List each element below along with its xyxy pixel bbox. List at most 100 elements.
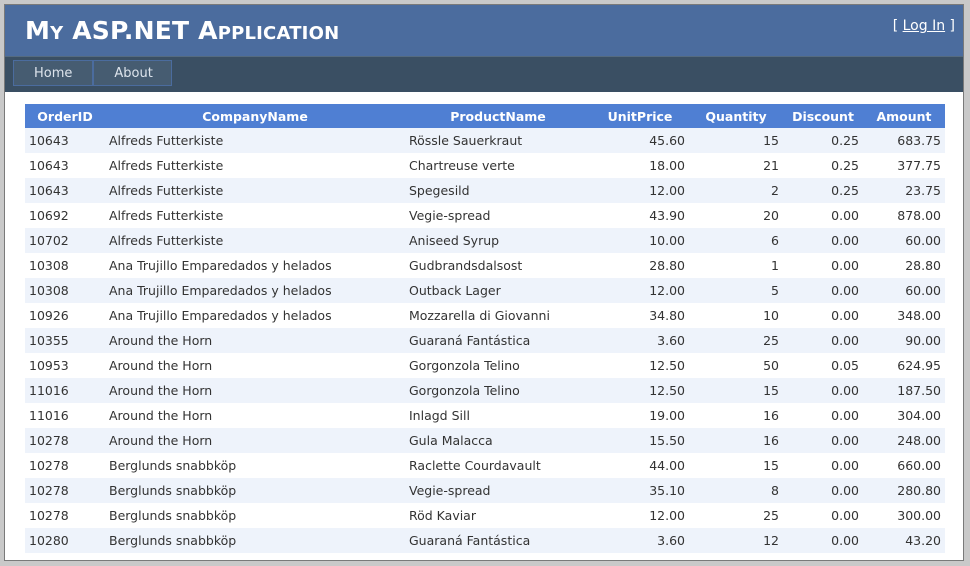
table-row: 10278 Berglunds snabbköp Röd Kaviar 12.00 25… [25,503,945,528]
cell-quantity: 16 [689,403,783,428]
cell-companyname: Berglunds snabbköp [105,503,405,528]
cell-unitprice: 12.50 [591,353,689,378]
cell-orderid: 11016 [25,378,105,403]
cell-companyname: Ana Trujillo Emparedados y helados [105,303,405,328]
cell-quantity: 50 [689,353,783,378]
cell-unitprice: 12.00 [591,503,689,528]
table-row: 10643 Alfreds Futterkiste Chartreuse verte… [25,153,945,178]
cell-amount: 28.80 [863,253,945,278]
cell-orderid: 10953 [25,353,105,378]
cell-productname: Röd Kaviar [405,503,591,528]
cell-discount: 0.00 [783,428,863,453]
cell-orderid: 10278 [25,428,105,453]
login-prefix: [ [892,18,903,34]
cell-discount: 0.00 [783,478,863,503]
table-row: 11016 Around the Horn Inlagd Sill 19.00 16 0.… [25,403,945,428]
column-header-orderid: OrderID [25,104,105,128]
cell-orderid: 11016 [25,403,105,428]
cell-quantity: 15 [689,128,783,153]
cell-discount: 0.25 [783,128,863,153]
table-row: 10692 Alfreds Futterkiste Vegie-spread 43.9… [25,203,945,228]
login-link[interactable]: Log In [903,18,945,34]
cell-quantity: 21 [689,153,783,178]
login-suffix: ] [945,18,955,34]
cell-orderid: 10692 [25,203,105,228]
cell-amount: 43.20 [863,528,945,553]
cell-discount: 0.00 [783,403,863,428]
cell-companyname: Around the Horn [105,378,405,403]
cell-unitprice: 15.50 [591,428,689,453]
cell-unitprice: 18.00 [591,153,689,178]
cell-discount: 0.00 [783,453,863,478]
cell-amount: 348.00 [863,303,945,328]
table-row: 10308 Ana Trujillo Emparedados y helados O… [25,278,945,303]
cell-amount: 624.95 [863,353,945,378]
cell-orderid: 10926 [25,303,105,328]
table-row: 10308 Ana Trujillo Emparedados y helados G… [25,253,945,278]
menu-item-about[interactable]: About [93,60,172,86]
cell-orderid: 10643 [25,178,105,203]
cell-companyname: Alfreds Futterkiste [105,228,405,253]
table-row: 10643 Alfreds Futterkiste Spegesild 12.00 2 0… [25,178,945,203]
cell-quantity: 6 [689,228,783,253]
column-header-companyname: CompanyName [105,104,405,128]
cell-discount: 0.00 [783,503,863,528]
cell-companyname: Berglunds snabbköp [105,453,405,478]
nav-menu: Home About [13,60,172,86]
cell-unitprice: 43.90 [591,203,689,228]
cell-orderid: 10278 [25,453,105,478]
cell-discount: 0.00 [783,203,863,228]
cell-discount: 0.25 [783,178,863,203]
cell-amount: 60.00 [863,278,945,303]
cell-quantity: 5 [689,278,783,303]
column-header-unitprice: UnitPrice [591,104,689,128]
cell-productname: Vegie-spread [405,478,591,503]
cell-productname: Chartreuse verte [405,153,591,178]
cell-amount: 23.75 [863,178,945,203]
cell-quantity: 2 [689,178,783,203]
cell-unitprice: 35.10 [591,478,689,503]
cell-productname: Raclette Courdavault [405,453,591,478]
cell-companyname: Around the Horn [105,353,405,378]
cell-quantity: 16 [689,428,783,453]
cell-unitprice: 12.50 [591,378,689,403]
column-header-discount: Discount [783,104,863,128]
cell-amount: 60.00 [863,228,945,253]
cell-amount: 377.75 [863,153,945,178]
cell-unitprice: 12.00 [591,278,689,303]
cell-companyname: Berglunds snabbköp [105,478,405,503]
cell-companyname: Around the Horn [105,328,405,353]
cell-unitprice: 3.60 [591,528,689,553]
column-header-quantity: Quantity [689,104,783,128]
column-header-productname: ProductName [405,104,591,128]
login-display: [ Log In ] [893,18,955,34]
cell-orderid: 10308 [25,278,105,303]
cell-discount: 0.00 [783,228,863,253]
cell-discount: 0.25 [783,153,863,178]
cell-unitprice: 12.00 [591,178,689,203]
menu-item-home[interactable]: Home [13,60,94,86]
cell-companyname: Alfreds Futterkiste [105,153,405,178]
table-row: 10702 Alfreds Futterkiste Aniseed Syrup 10.… [25,228,945,253]
cell-orderid: 10643 [25,128,105,153]
cell-productname: Inlagd Sill [405,403,591,428]
cell-quantity: 1 [689,253,783,278]
cell-productname: Mozzarella di Giovanni [405,303,591,328]
cell-quantity: 15 [689,378,783,403]
cell-productname: Guaraná Fantástica [405,328,591,353]
cell-unitprice: 45.60 [591,128,689,153]
cell-discount: 0.00 [783,328,863,353]
grid-body: 10643 Alfreds Futterkiste Rössle Sauerkrau… [25,128,945,553]
table-row: 10278 Berglunds snabbköp Vegie-spread 35.10… [25,478,945,503]
cell-quantity: 8 [689,478,783,503]
cell-amount: 248.00 [863,428,945,453]
cell-unitprice: 28.80 [591,253,689,278]
cell-orderid: 10278 [25,478,105,503]
cell-quantity: 10 [689,303,783,328]
cell-amount: 683.75 [863,128,945,153]
cell-amount: 300.00 [863,503,945,528]
cell-productname: Aniseed Syrup [405,228,591,253]
nav-menu-bar: Home About [5,56,963,92]
cell-companyname: Alfreds Futterkiste [105,178,405,203]
cell-discount: 0.00 [783,378,863,403]
